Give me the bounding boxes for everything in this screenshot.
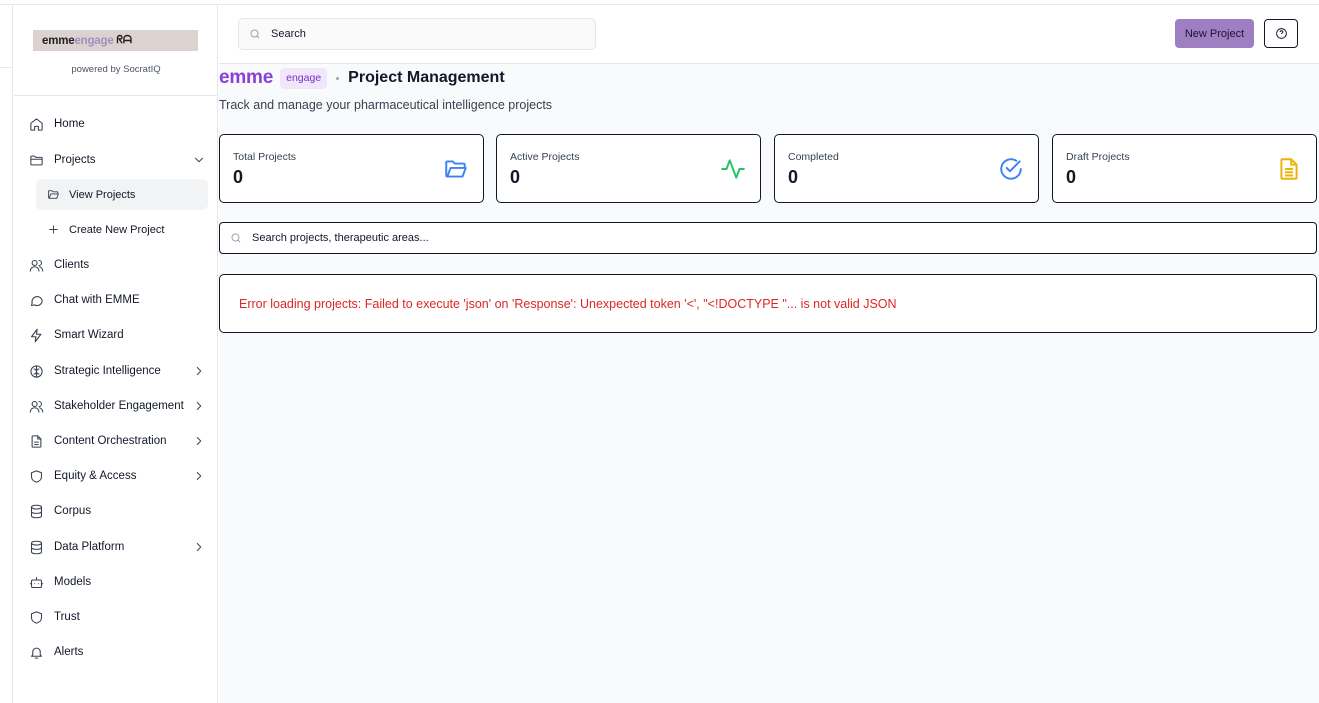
sidebar-item-label: Home	[54, 118, 85, 130]
folder-icon	[28, 152, 44, 168]
help-button[interactable]	[1264, 19, 1298, 48]
robot-icon	[28, 574, 44, 590]
brand-area: emme engage ᖇᗩ powered by SocratIQ	[14, 5, 217, 96]
project-filter[interactable]	[219, 222, 1317, 254]
sidebar-item-trust[interactable]: Trust	[28, 603, 208, 631]
question-circle-icon	[1275, 28, 1287, 39]
project-search-input[interactable]	[252, 232, 1152, 244]
sidebar-item-label: Smart Wizard	[54, 329, 124, 341]
sidebar-item-label: View Projects	[69, 188, 136, 201]
sidebar-item-label: Trust	[54, 611, 80, 623]
sidebar-item-corpus[interactable]: Corpus	[28, 497, 208, 525]
check-circle-icon	[998, 156, 1024, 182]
shield-icon	[28, 609, 44, 625]
search-icon	[231, 233, 241, 243]
stat-label: Active Projects	[510, 151, 580, 163]
plus-icon	[46, 223, 60, 237]
stat-value: 0	[233, 167, 244, 187]
chevron-right-icon[interactable]	[192, 540, 206, 554]
stat-value: 0	[1066, 167, 1077, 187]
sidebar-item-home[interactable]: Home	[28, 110, 208, 138]
sidebar-item-create-new-project[interactable]: Create New Project	[36, 214, 208, 245]
sidebar-item-projects[interactable]: Projects	[28, 146, 208, 174]
page-title: Project Management	[348, 69, 505, 86]
activity-icon	[720, 156, 746, 182]
sidebar-item-label: Data Platform	[54, 541, 125, 553]
search-icon	[250, 29, 260, 39]
sidebar-item-models[interactable]: Models	[28, 568, 208, 596]
stat-card-total-projects: Total Projects 0	[219, 134, 484, 203]
top-bar: New Project	[219, 6, 1319, 64]
sidebar-item-alerts[interactable]: Alerts	[28, 638, 208, 666]
home-icon	[28, 116, 44, 132]
logo-text-engage: engage	[74, 34, 114, 47]
page-heading: emme engage Project Management	[219, 66, 505, 90]
sidebar-item-clients[interactable]: Clients	[28, 251, 208, 279]
sidebar-item-smart-wizard[interactable]: Smart Wizard	[28, 321, 208, 349]
stat-card-draft-projects: Draft Projects 0	[1052, 134, 1317, 203]
sidebar-item-label: Projects	[54, 154, 96, 166]
stat-label: Total Projects	[233, 151, 297, 163]
error-message: Error loading projects: Failed to execut…	[239, 296, 897, 311]
chevron-right-icon[interactable]	[192, 364, 206, 378]
sidebar-item-label: Corpus	[54, 505, 92, 517]
chevron-down-icon[interactable]	[192, 153, 206, 167]
sidebar-item-label: Strategic Intelligence	[54, 365, 161, 377]
sidebar-item-data-platform[interactable]: Data Platform	[28, 533, 208, 561]
chevron-right-icon[interactable]	[192, 434, 206, 448]
users-icon	[28, 398, 44, 414]
sidebar-item-label: Alerts	[54, 646, 84, 658]
bell-icon	[28, 644, 44, 660]
sidebar-item-label: Create New Project	[69, 223, 165, 236]
sidebar-item-label: Clients	[54, 259, 90, 271]
brand-word: emme	[219, 67, 274, 88]
stat-value: 0	[510, 167, 521, 187]
app-logo[interactable]: emme engage ᖇᗩ	[33, 30, 198, 51]
sidebar-item-chat-with-emme[interactable]: Chat with EMME	[28, 286, 208, 314]
stat-card-active-projects: Active Projects 0	[496, 134, 761, 203]
database-icon	[28, 539, 44, 555]
brain-icon	[28, 363, 44, 379]
sidebar-item-view-projects[interactable]: View Projects	[36, 179, 208, 210]
sidebar-item-stakeholder-engagement[interactable]: Stakeholder Engagement	[28, 392, 208, 420]
sidebar-item-label: Equity & Access	[54, 470, 137, 482]
lightning-icon	[28, 327, 44, 343]
breadcrumb-separator	[336, 76, 340, 80]
logo-mark: ᖇᗩ	[116, 34, 132, 46]
database-icon	[28, 503, 44, 519]
sidebar: emme engage ᖇᗩ powered by SocratIQ Home Pr…	[14, 5, 218, 703]
users-icon	[28, 257, 44, 273]
powered-by-text: powered by SocratIQ	[71, 64, 161, 75]
document-icon	[28, 433, 44, 449]
gutter-divider	[0, 67, 12, 68]
sidebar-item-content-orchestration[interactable]: Content Orchestration	[28, 427, 208, 455]
left-gutter	[0, 5, 13, 703]
chat-bubble-icon	[28, 292, 44, 308]
sidebar-item-equity-access[interactable]: Equity & Access	[28, 462, 208, 490]
folder-open-icon	[46, 188, 60, 202]
brand-pill: engage	[280, 67, 328, 89]
document-icon	[1276, 156, 1302, 182]
global-search-input[interactable]	[271, 28, 571, 40]
sidebar-item-label: Content Orchestration	[54, 435, 167, 447]
new-project-button[interactable]: New Project	[1175, 19, 1254, 48]
error-panel: Error loading projects: Failed to execut…	[219, 274, 1317, 333]
chevron-right-icon[interactable]	[192, 469, 206, 483]
stat-label: Completed	[788, 151, 839, 163]
main-content: emme engage Project Management Track and…	[219, 64, 1319, 703]
stat-card-completed: Completed 0	[774, 134, 1039, 203]
stat-value: 0	[788, 167, 799, 187]
sidebar-item-strategic-intelligence[interactable]: Strategic Intelligence	[28, 357, 208, 385]
shield-icon	[28, 468, 44, 484]
page-subtitle: Track and manage your pharmaceutical int…	[219, 98, 553, 112]
sidebar-item-label: Models	[54, 576, 92, 588]
sidebar-item-label: Stakeholder Engagement	[54, 400, 184, 412]
logo-text-emme: emme	[42, 34, 75, 47]
folder-open-icon	[443, 156, 469, 182]
global-search[interactable]	[238, 18, 596, 50]
chevron-right-icon[interactable]	[192, 399, 206, 413]
stat-label: Draft Projects	[1066, 151, 1130, 163]
sidebar-item-label: Chat with EMME	[54, 294, 140, 306]
